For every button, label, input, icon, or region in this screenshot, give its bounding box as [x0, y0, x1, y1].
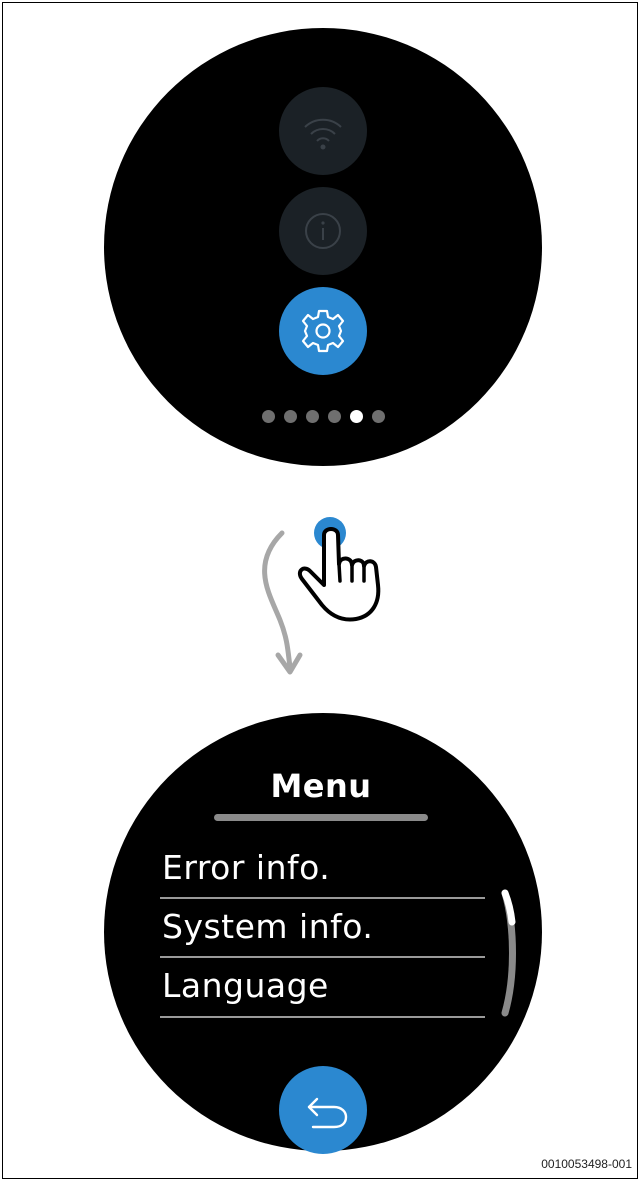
scrollbar[interactable]	[495, 888, 525, 1018]
scrollbar-thumb	[501, 889, 516, 926]
page-dot	[306, 410, 319, 423]
swipe-gesture-illustration	[262, 517, 381, 675]
figure-id: 0010053498-001	[541, 1157, 632, 1171]
page-dot	[284, 410, 297, 423]
tap-hand-icon	[297, 517, 381, 622]
info-button[interactable]	[279, 187, 367, 275]
page-dot-active	[350, 410, 363, 423]
settings-button[interactable]	[279, 287, 367, 375]
gear-icon	[301, 309, 345, 353]
menu-divider	[160, 956, 485, 958]
menu-item-system-info[interactable]: System info.	[162, 907, 373, 946]
menu-item-language[interactable]: Language	[162, 966, 329, 1005]
menu-title: Menu	[270, 767, 372, 805]
page-dot	[328, 410, 341, 423]
menu-item-error-info[interactable]: Error info.	[162, 848, 330, 887]
back-button[interactable]	[279, 1066, 367, 1154]
title-underline	[214, 814, 428, 821]
menu-divider	[160, 1016, 485, 1018]
menu-divider	[160, 897, 485, 899]
info-icon	[305, 213, 341, 249]
page-dot	[262, 410, 275, 423]
wifi-button[interactable]	[279, 87, 367, 175]
back-arrow-icon	[307, 1097, 348, 1129]
wifi-icon	[304, 118, 342, 150]
page-dot	[372, 410, 385, 423]
swipe-down-arrow-icon	[262, 530, 303, 675]
